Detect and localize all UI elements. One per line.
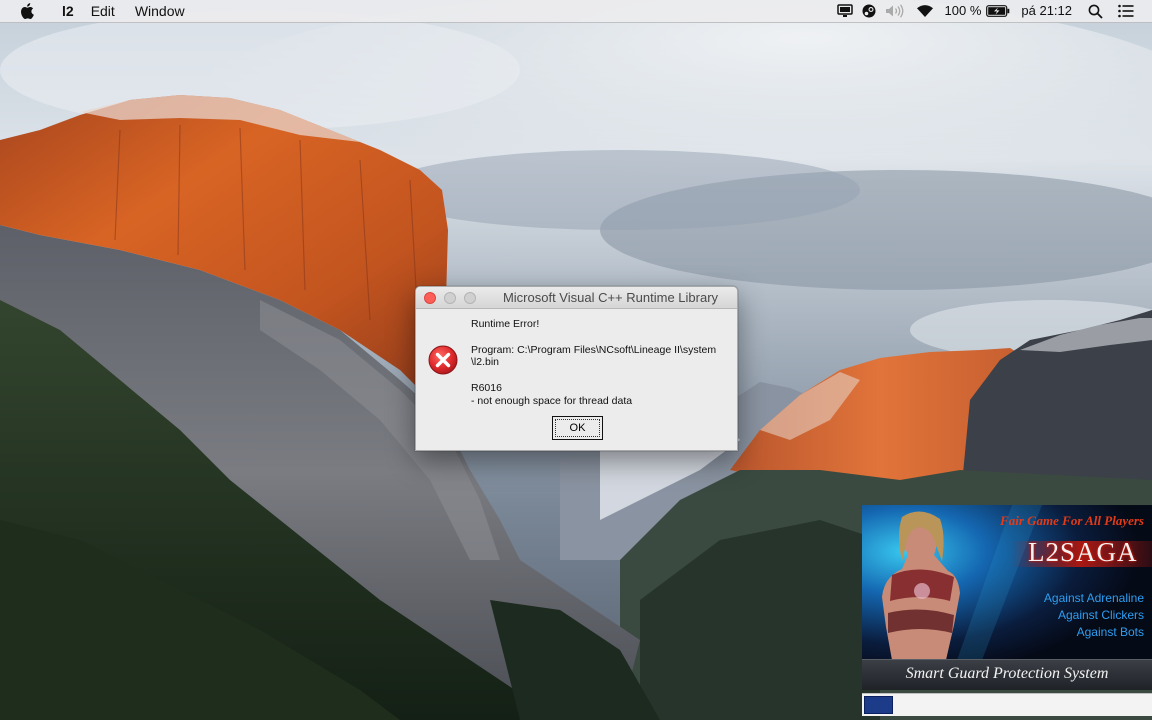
dialog-title: Microsoft Visual C++ Runtime Library xyxy=(502,290,719,305)
ok-button-label: OK xyxy=(569,422,586,434)
menu-app-name[interactable]: l2 xyxy=(55,0,81,22)
l2saga-logo: L2SAGA xyxy=(1028,537,1138,567)
dialog-titlebar[interactable]: Microsoft Visual C++ Runtime Library xyxy=(416,287,737,309)
error-description: - not enough space for thread data xyxy=(471,395,633,407)
minimize-button[interactable] xyxy=(444,292,456,304)
menu-edit[interactable]: Edit xyxy=(81,0,125,22)
battery-charging-icon[interactable] xyxy=(985,5,1011,17)
menu-bar: l2 Edit Window 100 % pá 21:12 xyxy=(0,0,1152,23)
display-icon[interactable] xyxy=(835,4,855,18)
menu-window[interactable]: Window xyxy=(125,0,195,22)
notification-center-icon[interactable] xyxy=(1116,4,1136,18)
spotlight-search-icon[interactable] xyxy=(1086,4,1104,19)
loading-progress-bar xyxy=(862,693,1152,716)
wifi-icon[interactable] xyxy=(915,4,935,18)
zoom-button[interactable] xyxy=(464,292,476,304)
splash-tagline: Fair Game For All Players xyxy=(1000,513,1144,528)
program-path-line2: \l2.bin xyxy=(471,356,500,368)
smart-guard-splash: Fair Game For All Players L2SAGA Against… xyxy=(862,505,1152,690)
ok-button[interactable]: OK xyxy=(552,416,603,440)
volume-icon[interactable] xyxy=(883,4,907,18)
program-path-line1: Program: C:\Program Files\NCsoft\Lineage… xyxy=(471,344,717,356)
close-button[interactable] xyxy=(424,292,436,304)
menubar-clock[interactable]: pá 21:12 xyxy=(1021,0,1072,22)
feature-adrenaline: Against Adrenaline xyxy=(1043,591,1144,605)
error-icon xyxy=(428,345,458,375)
loading-progress-fill xyxy=(864,696,893,714)
apple-menu-icon[interactable] xyxy=(20,2,36,20)
runtime-error-dialog: Microsoft Visual C++ Runtime Library Run… xyxy=(415,286,738,451)
battery-percent: 100 % xyxy=(944,3,982,18)
feature-clickers: Against Clickers xyxy=(1057,608,1144,622)
error-code: R6016 xyxy=(471,382,502,394)
smart-guard-title: Smart Guard Protection System xyxy=(905,665,1109,682)
error-heading: Runtime Error! xyxy=(471,318,540,330)
steam-icon[interactable] xyxy=(859,3,879,19)
feature-bots: Against Bots xyxy=(1076,625,1144,639)
